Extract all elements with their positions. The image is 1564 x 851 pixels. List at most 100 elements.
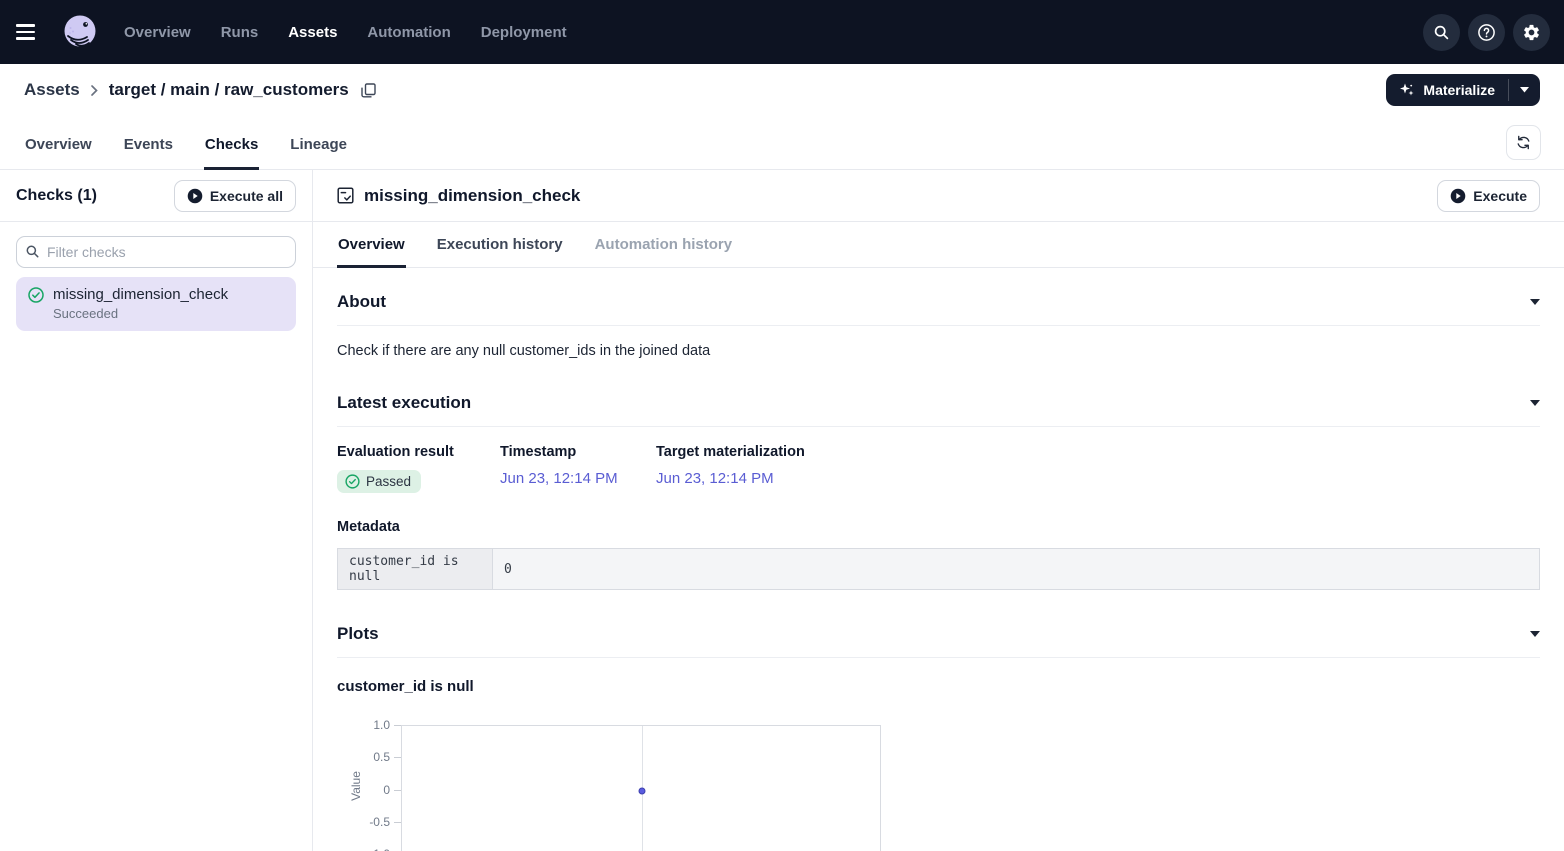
materialize-label: Materialize [1423,82,1495,98]
execute-all-button[interactable]: Execute all [174,180,296,212]
materialize-button[interactable]: Materialize [1386,74,1508,106]
settings-button[interactable] [1513,14,1550,51]
collapse-caret-icon[interactable] [1530,299,1540,305]
play-circle-icon [1450,188,1466,204]
content-area: Checks (1) Execute all [0,170,1564,851]
col-target-materialization: Target materialization [656,444,805,460]
filter-checks-input[interactable] [16,236,296,268]
y-tick-mark [394,725,401,726]
metadata-table: customer_id is null 0 [337,548,1540,590]
help-button[interactable] [1468,14,1505,51]
passed-badge: Passed [337,470,421,493]
collapse-caret-icon[interactable] [1530,400,1540,406]
tab-automation-history[interactable]: Automation history [594,228,734,268]
check-detail-pane: missing_dimension_check Execute Overview… [313,170,1564,851]
checks-sidebar-header: Checks (1) Execute all [0,170,312,222]
collapse-caret-icon[interactable] [1530,631,1540,637]
gear-icon [1522,23,1541,42]
metadata-heading: Metadata [337,519,1540,535]
nav-overview[interactable]: Overview [124,24,191,41]
check-title: missing_dimension_check [364,186,580,206]
about-section: About Check if there are any null custom… [337,292,1540,359]
timestamp-link[interactable]: Jun 23, 12:14 PM [500,470,656,487]
top-navbar: Overview Runs Assets Automation Deployme… [0,0,1564,64]
asset-check-icon [337,187,354,204]
plot-title: customer_id is null [337,678,1540,695]
execute-label: Execute [1473,188,1527,204]
check-success-icon [345,474,360,489]
breadcrumb-assets-link[interactable]: Assets [24,80,80,100]
nav-runs[interactable]: Runs [221,24,259,41]
top-nav-links: Overview Runs Assets Automation Deployme… [124,24,567,41]
check-list-item[interactable]: missing_dimension_check Succeeded [16,277,296,331]
plots-section-header[interactable]: Plots [337,624,1540,658]
check-success-icon [28,287,44,303]
tab-overview[interactable]: Overview [24,126,93,170]
plots-section: Plots customer_id is null Value 1.00.50-… [337,624,1540,851]
refresh-button[interactable] [1506,125,1541,160]
check-item-status: Succeeded [53,306,284,321]
breadcrumb: Assets target / main / raw_customers [24,80,376,100]
y-tick-mark [394,757,401,758]
asset-tab-bar: Overview Events Checks Lineage [0,116,1564,170]
breadcrumb-row: Assets target / main / raw_customers Mat… [0,64,1564,116]
tab-lineage[interactable]: Lineage [289,126,348,170]
about-section-header[interactable]: About [337,292,1540,326]
materialize-split-button: Materialize [1386,74,1540,106]
nav-automation[interactable]: Automation [367,24,450,41]
metadata-value: 0 [493,549,1540,590]
sparkle-icon [1399,82,1415,98]
y-tick-label: -1.0 [337,847,390,851]
search-button[interactable] [1423,14,1460,51]
refresh-icon [1515,134,1532,151]
col-timestamp: Timestamp [500,444,656,460]
y-tick-label: 0 [337,783,390,797]
about-heading: About [337,292,386,312]
y-tick-label: -0.5 [337,815,390,829]
metadata-row: customer_id is null 0 [338,549,1540,590]
chevron-right-icon [90,84,99,97]
app-window: Overview Runs Assets Automation Deployme… [0,0,1564,851]
y-tick-mark [394,790,401,791]
plots-heading: Plots [337,624,379,644]
latest-execution-heading: Latest execution [337,393,471,413]
metadata-key: customer_id is null [338,549,493,590]
nav-deployment[interactable]: Deployment [481,24,567,41]
target-materialization-link[interactable]: Jun 23, 12:14 PM [656,470,805,487]
checks-list: missing_dimension_check Succeeded [0,222,312,345]
copy-icon [361,83,376,98]
data-point[interactable] [639,787,646,794]
tab-events[interactable]: Events [123,126,174,170]
y-tick-label: 0.5 [337,750,390,764]
checks-count-title: Checks (1) [16,187,97,205]
col-evaluation-result: Evaluation result [337,444,500,460]
filter-search-icon [25,244,40,259]
plot-area [401,725,881,851]
tab-execution-history[interactable]: Execution history [436,228,564,268]
latest-execution-section: Latest execution Evaluation result [337,393,1540,590]
check-description: Check if there are any null customer_ids… [337,343,1540,359]
execute-all-label: Execute all [210,188,283,204]
check-detail-body: About Check if there are any null custom… [313,268,1564,851]
hamburger-menu-button[interactable] [16,14,52,50]
execute-button[interactable]: Execute [1437,180,1540,212]
nav-assets[interactable]: Assets [288,24,337,41]
tab-checks[interactable]: Checks [204,126,259,170]
navbar-icon-group [1423,14,1550,51]
tab-check-overview[interactable]: Overview [337,228,406,268]
check-detail-tab-bar: Overview Execution history Automation hi… [313,222,1564,268]
dagster-logo[interactable] [60,12,100,52]
checks-sidebar: Checks (1) Execute all [0,170,313,851]
play-circle-icon [187,188,203,204]
help-icon [1477,23,1496,42]
y-tick-label: 1.0 [337,718,390,732]
latest-execution-grid: Evaluation result Passed Timestamp [337,444,1540,493]
copy-asset-key-button[interactable] [361,83,376,98]
value-plot: Value 1.00.50-0.5-1.0 Jun 23, 12:14 PMJu… [337,717,1540,851]
y-tick-mark [394,822,401,823]
latest-execution-header[interactable]: Latest execution [337,393,1540,427]
search-icon [1433,24,1450,41]
materialize-dropdown-button[interactable] [1509,74,1540,106]
check-detail-header: missing_dimension_check Execute [313,170,1564,222]
check-item-name: missing_dimension_check [53,286,228,303]
